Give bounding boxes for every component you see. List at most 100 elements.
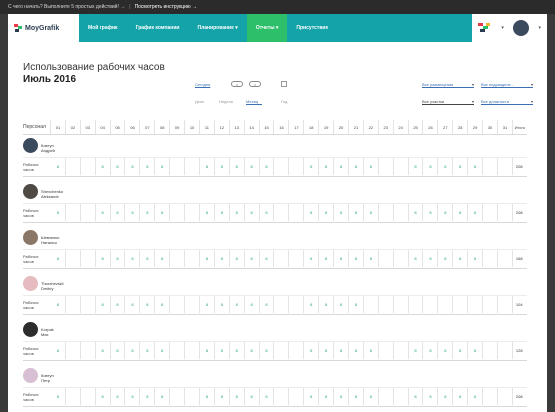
hours-cell[interactable] — [170, 250, 186, 267]
hours-cell[interactable] — [81, 158, 96, 175]
hours-cell[interactable]: 8 — [453, 342, 469, 359]
hours-cell[interactable]: 8 — [409, 342, 424, 359]
hours-cell[interactable]: 8 — [319, 158, 335, 175]
hours-cell[interactable] — [364, 296, 379, 313]
hours-cell[interactable]: 8 — [349, 204, 364, 221]
hours-cell[interactable] — [185, 204, 200, 221]
hours-cell[interactable] — [170, 342, 186, 359]
participants-filter[interactable]: Все участки ▾ — [422, 99, 474, 105]
hours-cell[interactable]: 8 — [438, 388, 454, 405]
hours-cell[interactable] — [66, 204, 81, 221]
hours-cell[interactable]: 8 — [424, 388, 439, 405]
hours-cell[interactable]: 8 — [96, 250, 111, 267]
hours-cell[interactable]: 8 — [453, 158, 469, 175]
hours-cell[interactable] — [498, 388, 513, 405]
hours-cell[interactable]: 8 — [215, 342, 230, 359]
hours-cell[interactable]: 8 — [349, 342, 364, 359]
logo[interactable]: MoyGrafik — [8, 14, 79, 42]
hours-cell[interactable] — [289, 158, 305, 175]
hours-cell[interactable]: 8 — [409, 158, 424, 175]
hours-cell[interactable]: 8 — [319, 296, 335, 313]
hours-cell[interactable] — [498, 204, 513, 221]
hours-cell[interactable] — [289, 250, 305, 267]
hours-cell[interactable]: 8 — [349, 158, 364, 175]
hours-cell[interactable]: 8 — [200, 158, 215, 175]
positions-filter[interactable]: Все должности ▾ — [481, 99, 533, 105]
view-day[interactable]: День — [195, 99, 204, 104]
hours-cell[interactable] — [379, 296, 394, 313]
view-month[interactable]: Месяц — [246, 99, 262, 105]
hours-cell[interactable]: 8 — [126, 204, 141, 221]
hours-cell[interactable] — [66, 158, 81, 175]
hours-cell[interactable]: 8 — [126, 342, 141, 359]
hours-cell[interactable] — [379, 342, 394, 359]
hours-cell[interactable]: 8 — [468, 204, 484, 221]
hours-cell[interactable] — [289, 204, 305, 221]
hours-cell[interactable]: 8 — [200, 388, 215, 405]
hours-cell[interactable]: 8 — [424, 158, 439, 175]
hours-cell[interactable]: 8 — [155, 296, 171, 313]
hours-cell[interactable]: 8 — [96, 342, 111, 359]
hours-cell[interactable] — [275, 158, 290, 175]
person-name[interactable]: Ковтун Петр — [41, 373, 54, 383]
hours-cell[interactable] — [81, 250, 96, 267]
hours-cell[interactable]: 8 — [260, 158, 275, 175]
hours-cell[interactable]: 8 — [230, 388, 245, 405]
hours-cell[interactable]: 8 — [96, 204, 111, 221]
hours-cell[interactable]: 8 — [126, 296, 141, 313]
hours-cell[interactable]: 8 — [140, 204, 156, 221]
hours-cell[interactable]: 8 — [468, 158, 484, 175]
hours-cell[interactable] — [394, 342, 409, 359]
hours-cell[interactable]: 8 — [155, 158, 171, 175]
person-name[interactable]: Ковтун Андрей — [41, 143, 55, 153]
hours-cell[interactable] — [81, 296, 96, 313]
hours-cell[interactable]: 8 — [126, 158, 141, 175]
hours-cell[interactable] — [453, 296, 469, 313]
hours-cell[interactable]: 8 — [468, 342, 484, 359]
hours-cell[interactable] — [483, 204, 498, 221]
hours-cell[interactable] — [275, 204, 290, 221]
hours-cell[interactable]: 8 — [438, 342, 454, 359]
hours-cell[interactable] — [394, 158, 409, 175]
hours-cell[interactable] — [379, 158, 394, 175]
hours-cell[interactable]: 8 — [51, 158, 66, 175]
hours-cell[interactable]: 8 — [424, 204, 439, 221]
hours-cell[interactable]: 8 — [453, 204, 469, 221]
person-name[interactable]: Korpak Max — [41, 327, 54, 337]
hours-cell[interactable] — [81, 342, 96, 359]
hours-cell[interactable]: 8 — [424, 342, 439, 359]
hours-cell[interactable] — [185, 158, 200, 175]
hours-cell[interactable]: 8 — [230, 158, 245, 175]
hours-cell[interactable]: 8 — [96, 158, 111, 175]
hours-cell[interactable]: 8 — [200, 342, 215, 359]
hours-cell[interactable]: 8 — [468, 388, 484, 405]
hours-cell[interactable]: 8 — [304, 158, 320, 175]
hours-cell[interactable]: 8 — [51, 250, 66, 267]
hours-cell[interactable] — [289, 296, 305, 313]
hours-cell[interactable]: 8 — [200, 296, 215, 313]
hours-cell[interactable] — [483, 388, 498, 405]
hours-cell[interactable]: 8 — [111, 388, 126, 405]
hours-cell[interactable] — [170, 388, 186, 405]
hours-cell[interactable] — [498, 250, 513, 267]
hours-cell[interactable]: 8 — [334, 342, 349, 359]
hours-cell[interactable] — [394, 296, 409, 313]
hours-cell[interactable]: 8 — [111, 296, 126, 313]
nav-item-2[interactable]: График компании — [127, 14, 189, 42]
hours-cell[interactable]: 8 — [140, 158, 156, 175]
hours-cell[interactable]: 8 — [438, 158, 454, 175]
hours-cell[interactable]: 8 — [364, 342, 379, 359]
hours-cell[interactable]: 8 — [304, 388, 320, 405]
person-name[interactable]: Thorzhevskii Dmitriy — [41, 281, 63, 291]
hours-cell[interactable]: 8 — [215, 296, 230, 313]
hours-cell[interactable]: 8 — [215, 388, 230, 405]
hours-cell[interactable]: 8 — [140, 388, 156, 405]
hours-cell[interactable] — [498, 296, 513, 313]
nav-item-4[interactable]: Отчеты ▾ — [246, 14, 288, 42]
hours-cell[interactable]: 8 — [245, 388, 260, 405]
hours-cell[interactable]: 8 — [260, 250, 275, 267]
hours-cell[interactable] — [483, 158, 498, 175]
hours-cell[interactable] — [185, 342, 200, 359]
view-week[interactable]: Неделя — [219, 99, 233, 104]
hours-cell[interactable]: 8 — [334, 158, 349, 175]
